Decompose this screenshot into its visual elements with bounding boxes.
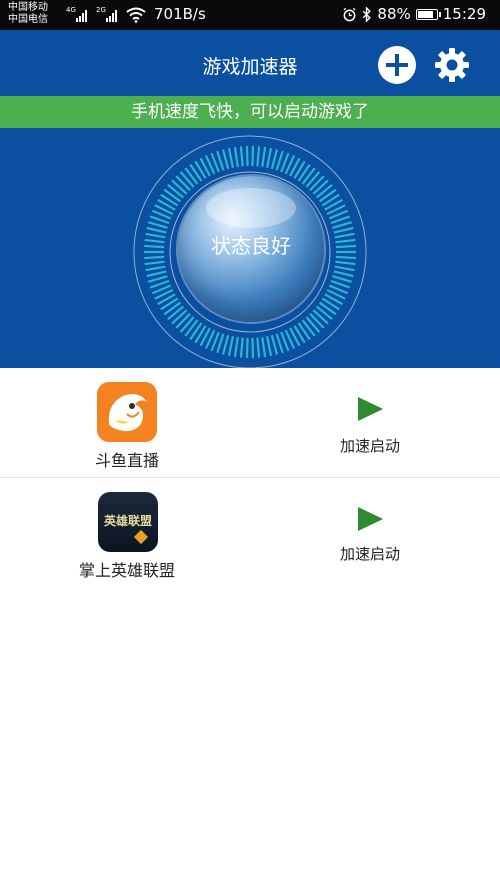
gauge-tick — [171, 179, 188, 195]
gauge-tick — [227, 336, 234, 357]
signal-icon — [76, 10, 87, 22]
gauge-tick — [309, 312, 325, 329]
lol-icon-emblem — [133, 529, 149, 545]
gear-icon[interactable] — [432, 45, 472, 85]
gauge-tick — [147, 275, 168, 283]
carrier-info: 中国移动 中国电信 — [8, 2, 68, 26]
gauge-tick — [333, 226, 354, 234]
gauge-tick — [251, 146, 255, 167]
gauge-tick — [261, 146, 267, 168]
gauge-tick — [221, 334, 230, 355]
play-icon[interactable] — [358, 397, 383, 421]
gauge-tick — [335, 244, 356, 249]
gauge-tick — [270, 149, 279, 170]
gauge-tick — [261, 336, 267, 358]
play-icon[interactable] — [358, 507, 383, 531]
gauge-tick — [256, 146, 261, 167]
gauge-tick — [167, 184, 185, 199]
battery-icon — [415, 8, 441, 20]
gauge-tick — [335, 255, 356, 260]
lol-app-icon[interactable]: 英雄联盟 — [98, 492, 158, 552]
status-bar: 中国移动 中国电信 4G 2G 701B/s 88% 15:29 — [0, 0, 500, 30]
network-type-2: 2G — [96, 6, 106, 14]
gauge-tick — [239, 337, 244, 358]
douyu-app-icon[interactable] — [97, 382, 157, 442]
gauge-tick — [233, 336, 239, 358]
carrier-1: 中国移动 — [8, 2, 48, 13]
status-label: 状态良好 — [211, 234, 291, 258]
gauge-tick — [270, 334, 279, 355]
carrier-2: 中国电信 — [8, 14, 48, 25]
gauge-tick — [315, 305, 333, 320]
network-type-1: 4G — [66, 6, 76, 14]
gauge-tick — [305, 316, 321, 333]
list-item: 英雄联盟 掌上英雄联盟 加速启动 — [0, 478, 500, 587]
gauge-tick — [334, 232, 355, 239]
gauge-tick — [245, 146, 249, 167]
gauge-tick — [266, 336, 273, 357]
gauge-tick — [309, 175, 325, 192]
gauge-tick — [171, 309, 188, 325]
launch-button[interactable]: 加速启动 — [300, 435, 440, 456]
gauge-tick — [144, 244, 165, 249]
gauge-tick — [144, 260, 165, 266]
gauge-tick — [175, 312, 191, 329]
battery-level — [417, 10, 433, 18]
status-right: 88% 15:29 — [342, 5, 486, 23]
gauge-tick — [334, 265, 355, 272]
bluetooth-icon — [363, 6, 372, 22]
gauge-tick — [312, 309, 329, 325]
gauge-tick — [221, 149, 230, 170]
gauge-tick — [179, 316, 195, 333]
game-name: 掌上英雄联盟 — [78, 561, 175, 580]
gauge-tick — [333, 270, 354, 278]
gauge-tick — [335, 260, 356, 266]
status-orb[interactable]: 状态良好 — [178, 176, 324, 322]
gauge-tick — [227, 147, 234, 168]
game-name: 斗鱼直播 — [94, 451, 159, 470]
launch-button[interactable]: 加速启动 — [300, 543, 440, 564]
gauge-tick — [332, 275, 353, 283]
gauge-tick — [239, 146, 244, 167]
app-title: 游戏加速器 — [202, 56, 298, 78]
gauge-tick — [179, 171, 195, 188]
gauge-tick — [233, 146, 239, 168]
orb-highlight — [206, 188, 296, 228]
gauge-tick — [144, 238, 165, 244]
gauge-tick — [167, 305, 185, 320]
alarm-icon — [343, 7, 356, 21]
gauge-tick — [144, 255, 165, 260]
status-banner: 手机速度飞快，可以启动游戏了 — [0, 96, 500, 128]
gauge-tick — [301, 319, 316, 337]
gauge-tick — [332, 221, 353, 229]
gauge-tick — [335, 238, 356, 244]
signal-icon — [106, 10, 117, 22]
gauge-tick — [305, 171, 321, 188]
gauge-tick — [147, 221, 168, 229]
clock: 15:29 — [442, 5, 486, 23]
add-game-button[interactable] — [378, 46, 416, 84]
battery-percent: 88% — [377, 5, 411, 23]
gauge-tick — [315, 184, 333, 199]
game-list: 斗鱼直播 加速启动 英雄联盟 掌上英雄联盟 加速启动 — [0, 368, 500, 587]
gauge-tick — [256, 337, 261, 358]
gauge-tick — [245, 337, 249, 358]
lol-icon-text: 英雄联盟 — [103, 514, 152, 528]
gauge-tick — [146, 226, 167, 234]
gauge-tick — [266, 147, 273, 168]
gauge-tick — [184, 319, 199, 337]
gauge-tick — [145, 232, 166, 239]
gauge-tick — [146, 270, 167, 278]
wifi-icon — [126, 7, 146, 23]
gauge-tick — [184, 167, 199, 185]
gauge-tick — [301, 167, 316, 185]
gauge-tick — [145, 265, 166, 272]
list-item: 斗鱼直播 加速启动 — [0, 368, 500, 478]
gauge-tick — [312, 179, 329, 195]
network-speed: 701B/s — [154, 5, 206, 23]
gauge-tick — [251, 337, 255, 358]
douyu-logo — [108, 394, 147, 432]
gauge-tick — [175, 175, 191, 192]
